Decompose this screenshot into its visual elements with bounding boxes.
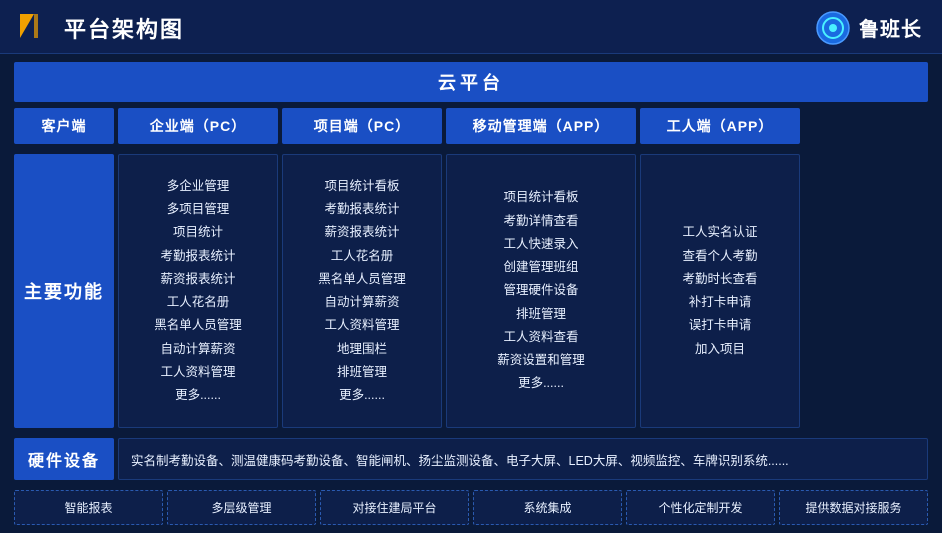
main-func-label: 主要功能 [14, 154, 114, 428]
col-mobile: 移动管理端（APP） [446, 108, 636, 144]
list-item: 工人资料管理 [324, 315, 399, 336]
list-item: 多项目管理 [167, 199, 230, 220]
bottom-feature-item: 多层级管理 [167, 490, 316, 525]
bottom-feature-item: 智能报表 [14, 490, 163, 525]
worker-features: 工人实名认证查看个人考勤考勤时长查看补打卡申请误打卡申请加入项目 [640, 154, 800, 428]
list-item: 工人花名册 [331, 246, 394, 267]
list-item: 自动计算薪资 [324, 292, 399, 313]
list-item: 黑名单人员管理 [318, 269, 406, 290]
bottom-feature-item: 对接住建局平台 [320, 490, 469, 525]
list-item: 更多...... [339, 385, 385, 406]
bottom-feature-item: 系统集成 [473, 490, 622, 525]
list-item: 自动计算薪资 [160, 339, 235, 360]
list-item: 创建管理班组 [503, 257, 578, 278]
hardware-content: 实名制考勤设备、测温健康码考勤设备、智能闸机、扬尘监测设备、电子大屏、LED大屏… [118, 438, 928, 480]
list-item: 管理硬件设备 [503, 280, 578, 301]
header-left: 平台架构图 [16, 10, 184, 46]
list-item: 工人资料查看 [503, 327, 578, 348]
main-features-row: 主要功能 多企业管理多项目管理项目统计考勤报表统计薪资报表统计工人花名册黑名单人… [14, 154, 928, 428]
hardware-label: 硬件设备 [14, 438, 114, 480]
bottom-features-row: 智能报表多层级管理对接住建局平台系统集成个性化定制开发提供数据对接服务 [14, 490, 928, 525]
list-item: 项目统计 [173, 222, 223, 243]
enterprise-features: 多企业管理多项目管理项目统计考勤报表统计薪资报表统计工人花名册黑名单人员管理自动… [118, 154, 278, 428]
list-item: 排班管理 [337, 362, 387, 383]
list-item: 考勤时长查看 [682, 269, 757, 290]
main-content: 云平台 客户端 企业端（PC） 项目端（PC） 移动管理端（APP） 工人端（A… [0, 54, 942, 533]
col-client: 客户端 [14, 108, 114, 144]
project-features: 项目统计看板考勤报表统计薪资报表统计工人花名册黑名单人员管理自动计算薪资工人资料… [282, 154, 442, 428]
list-item: 工人资料管理 [160, 362, 235, 383]
logo-icon [16, 10, 52, 46]
list-item: 查看个人考勤 [682, 246, 757, 267]
list-item: 薪资报表统计 [324, 222, 399, 243]
list-item: 加入项目 [695, 339, 745, 360]
bottom-feature-item: 个性化定制开发 [626, 490, 775, 525]
col-enterprise: 企业端（PC） [118, 108, 278, 144]
brand-icon [815, 10, 851, 46]
list-item: 排班管理 [516, 304, 566, 325]
hardware-row: 硬件设备 实名制考勤设备、测温健康码考勤设备、智能闸机、扬尘监测设备、电子大屏、… [14, 438, 928, 480]
list-item: 项目统计看板 [324, 176, 399, 197]
list-item: 多企业管理 [167, 176, 230, 197]
list-item: 工人快速录入 [503, 234, 578, 255]
col-worker: 工人端（APP） [640, 108, 800, 144]
list-item: 工人花名册 [167, 292, 230, 313]
col-project: 项目端（PC） [282, 108, 442, 144]
list-item: 工人实名认证 [682, 222, 757, 243]
list-item: 黑名单人员管理 [154, 315, 242, 336]
brand-area: 鲁班长 [815, 10, 922, 46]
list-item: 更多...... [175, 385, 221, 406]
cloud-platform-bar: 云平台 [14, 62, 928, 102]
page-title: 平台架构图 [64, 12, 184, 44]
header: 平台架构图 鲁班长 [0, 0, 942, 54]
list-item: 薪资设置和管理 [497, 350, 585, 371]
list-item: 考勤报表统计 [324, 199, 399, 220]
mobile-features: 项目统计看板考勤详情查看工人快速录入创建管理班组管理硬件设备排班管理工人资料查看… [446, 154, 636, 428]
list-item: 考勤详情查看 [503, 211, 578, 232]
list-item: 补打卡申请 [689, 292, 752, 313]
bottom-feature-item: 提供数据对接服务 [779, 490, 928, 525]
list-item: 考勤报表统计 [160, 246, 235, 267]
brand-name: 鲁班长 [859, 13, 922, 42]
list-item: 薪资报表统计 [160, 269, 235, 290]
list-item: 项目统计看板 [503, 187, 578, 208]
list-item: 误打卡申请 [689, 315, 752, 336]
list-item: 更多...... [518, 373, 564, 394]
column-headers: 客户端 企业端（PC） 项目端（PC） 移动管理端（APP） 工人端（APP） [14, 108, 928, 144]
list-item: 地理围栏 [337, 339, 387, 360]
